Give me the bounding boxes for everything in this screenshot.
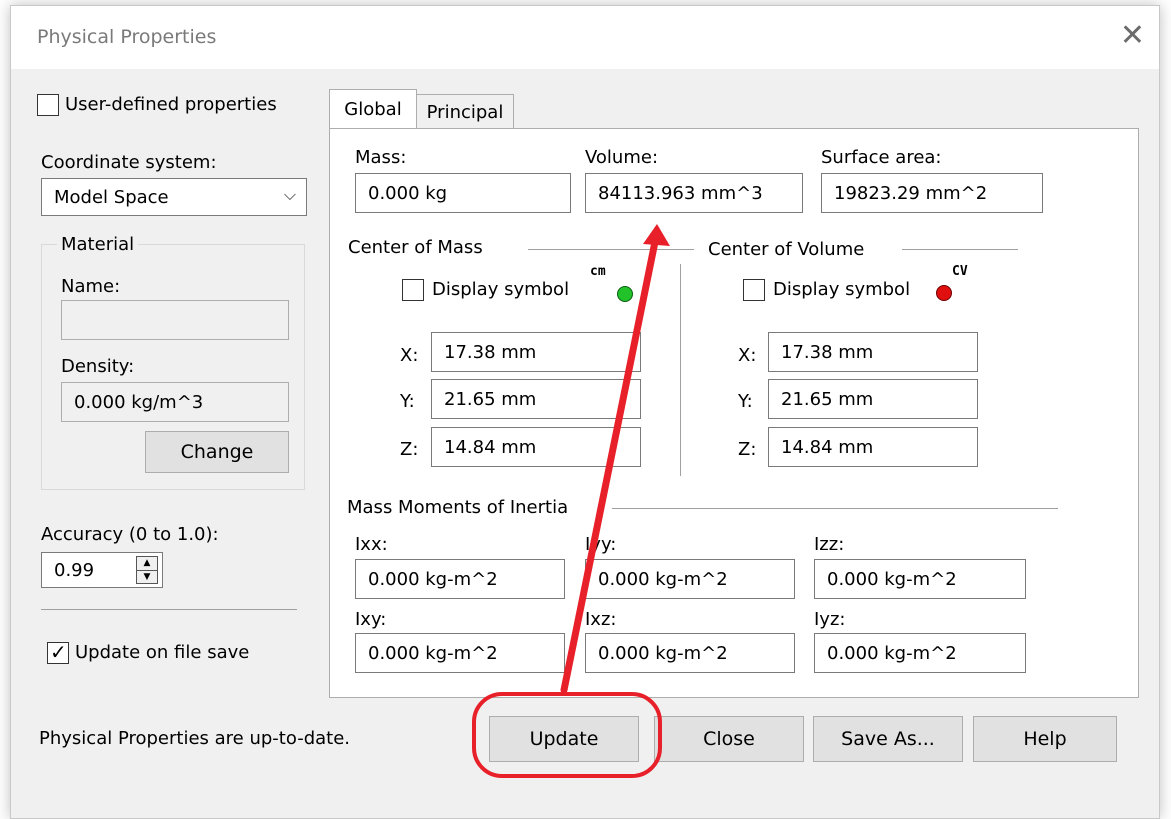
tab-global[interactable]: Global [329, 89, 417, 129]
volume-field: 84113.963 mm^3 [585, 173, 803, 213]
ixy-label: Ixy: [355, 609, 387, 630]
ixx-label: Ixx: [355, 534, 388, 555]
accuracy-spinner[interactable]: ▲ ▼ [136, 556, 158, 584]
tab-principal[interactable]: Principal [416, 94, 514, 129]
update-on-save-label: Update on file save [75, 642, 250, 663]
com-x-label: X: [400, 345, 419, 366]
iyy-label: Iyy: [585, 534, 617, 555]
title-bar: Physical Properties ✕ [11, 6, 1159, 69]
com-y-label: Y: [400, 391, 415, 412]
close-button[interactable]: Close [654, 716, 804, 762]
cv-symbol-text: CV [952, 264, 968, 279]
cm-symbol-text: cm [590, 264, 606, 279]
coordinate-system-label: Coordinate system: [41, 152, 217, 173]
ixz-label: Ixz: [585, 609, 617, 630]
user-defined-checkbox[interactable] [37, 94, 59, 116]
change-material-button[interactable]: Change [145, 431, 289, 473]
update-button[interactable]: Update [489, 716, 639, 762]
volume-label: Volume: [585, 147, 659, 168]
izz-label: Izz: [814, 534, 845, 555]
accuracy-value: 0.99 [54, 559, 95, 581]
help-button[interactable]: Help [973, 716, 1117, 762]
inertia-rule [612, 508, 1058, 509]
close-icon[interactable]: ✕ [1120, 16, 1145, 56]
com-z-field: 14.84 mm [431, 427, 641, 467]
cov-x-field: 17.38 mm [768, 332, 978, 372]
com-display-checkbox[interactable] [402, 279, 424, 301]
material-name-field [61, 300, 289, 340]
iyz-label: Iyz: [814, 609, 846, 630]
cov-z-label: Z: [738, 439, 757, 460]
center-of-mass-rule [528, 249, 694, 250]
spin-down-icon[interactable]: ▼ [137, 571, 157, 584]
com-z-label: Z: [400, 439, 419, 460]
physical-properties-dialog: Physical Properties ✕ User-defined prope… [10, 5, 1160, 819]
center-separator [680, 264, 681, 476]
density-label: Density: [61, 356, 135, 377]
com-display-label: Display symbol [432, 279, 570, 300]
center-of-volume-title: Center of Volume [708, 239, 865, 260]
surface-area-label: Surface area: [821, 147, 942, 168]
coordinate-system-select[interactable]: Model Space ⌵ [41, 178, 307, 216]
mass-field: 0.000 kg [355, 173, 571, 213]
spin-up-icon[interactable]: ▲ [137, 557, 157, 570]
material-group-label: Material [57, 234, 139, 255]
accuracy-label: Accuracy (0 to 1.0): [41, 524, 219, 545]
cov-y-label: Y: [738, 391, 753, 412]
cm-symbol-icon [617, 286, 633, 302]
ixx-field: 0.000 kg-m^2 [355, 559, 565, 599]
center-of-volume-rule [902, 249, 1018, 250]
cov-z-field: 14.84 mm [768, 427, 978, 467]
status-text: Physical Properties are up-to-date. [39, 728, 351, 749]
global-tab-panel: Mass: 0.000 kg Volume: 84113.963 mm^3 Su… [329, 128, 1139, 698]
ixy-field: 0.000 kg-m^2 [355, 633, 565, 673]
center-of-mass-title: Center of Mass [348, 237, 483, 258]
cov-y-field: 21.65 mm [768, 379, 978, 419]
iyy-field: 0.000 kg-m^2 [585, 559, 795, 599]
inertia-title: Mass Moments of Inertia [347, 497, 569, 518]
com-y-field: 21.65 mm [431, 379, 641, 419]
density-field: 0.000 kg/m^3 [61, 382, 289, 422]
mass-label: Mass: [355, 147, 407, 168]
accuracy-input[interactable]: 0.99 ▲ ▼ [41, 552, 163, 588]
com-x-field: 17.38 mm [431, 332, 641, 372]
dialog-title: Physical Properties [37, 26, 217, 48]
izz-field: 0.000 kg-m^2 [814, 559, 1026, 599]
cv-symbol-icon [936, 285, 952, 301]
ixz-field: 0.000 kg-m^2 [585, 633, 795, 673]
iyz-field: 0.000 kg-m^2 [814, 633, 1026, 673]
save-as-button[interactable]: Save As... [813, 716, 963, 762]
material-name-label: Name: [61, 276, 121, 297]
left-divider [41, 609, 297, 610]
chevron-down-icon: ⌵ [283, 185, 296, 204]
update-on-save-checkbox[interactable]: ✓ [47, 640, 69, 664]
user-defined-label: User-defined properties [65, 94, 277, 115]
cov-display-label: Display symbol [773, 279, 911, 300]
cov-display-checkbox[interactable] [743, 279, 765, 301]
surface-area-field: 19823.29 mm^2 [821, 173, 1043, 213]
check-mark-icon: ✓ [50, 640, 67, 664]
cov-x-label: X: [738, 345, 757, 366]
coordinate-system-value: Model Space [54, 186, 169, 208]
